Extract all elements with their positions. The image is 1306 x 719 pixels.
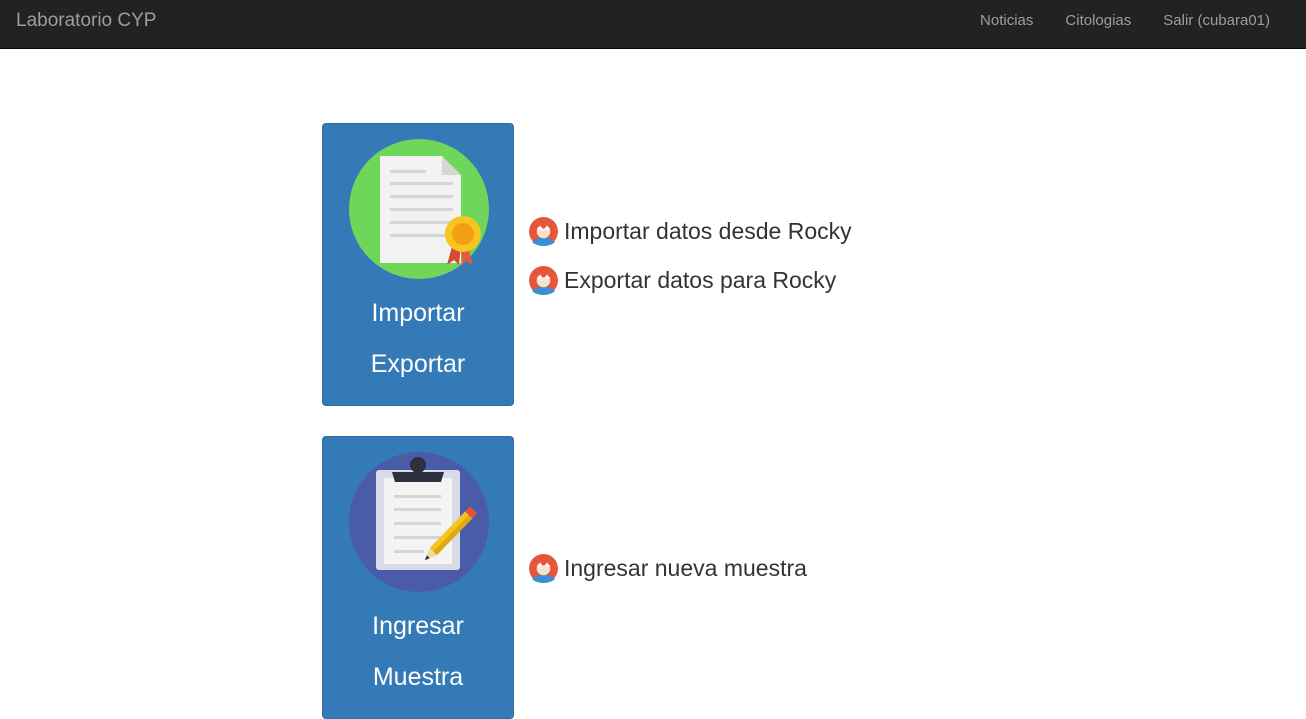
- card-title-line2: Muestra: [372, 663, 464, 691]
- card-title-line1: Importar: [371, 299, 465, 327]
- card-title-line2: Exportar: [370, 350, 466, 378]
- brand-link[interactable]: Laboratorio CYP: [16, 0, 156, 48]
- import-rocky-label: Importar datos desde Rocky: [564, 217, 852, 244]
- sample-entry-card[interactable]: Ingresar Muestra: [322, 436, 514, 719]
- new-sample-label: Ingresar nueva muestra: [564, 554, 807, 581]
- nav-link-salir[interactable]: Salir (cubara01): [1147, 0, 1286, 48]
- clipboard-icon: [349, 452, 489, 592]
- import-export-card[interactable]: Importar Exportar: [322, 123, 514, 406]
- nav-links: Noticias Citologias Salir (cubara01): [964, 0, 1286, 48]
- card-title-line1: Ingresar: [372, 612, 464, 640]
- import-rocky-link[interactable]: Importar datos desde Rocky: [529, 216, 852, 246]
- nurse-avatar-icon: [529, 265, 558, 295]
- navbar: Laboratorio CYP Noticias Citologias Sali…: [0, 0, 1306, 49]
- export-rocky-link[interactable]: Exportar datos para Rocky: [529, 265, 836, 295]
- export-rocky-label: Exportar datos para Rocky: [564, 266, 837, 293]
- nurse-avatar-icon: [529, 553, 558, 583]
- nurse-avatar-icon: [529, 216, 558, 246]
- nav-link-citologias[interactable]: Citologias: [1049, 0, 1147, 48]
- new-sample-link[interactable]: Ingresar nueva muestra: [529, 553, 807, 583]
- nav-link-noticias[interactable]: Noticias: [964, 0, 1049, 48]
- certificate-icon: [349, 139, 489, 279]
